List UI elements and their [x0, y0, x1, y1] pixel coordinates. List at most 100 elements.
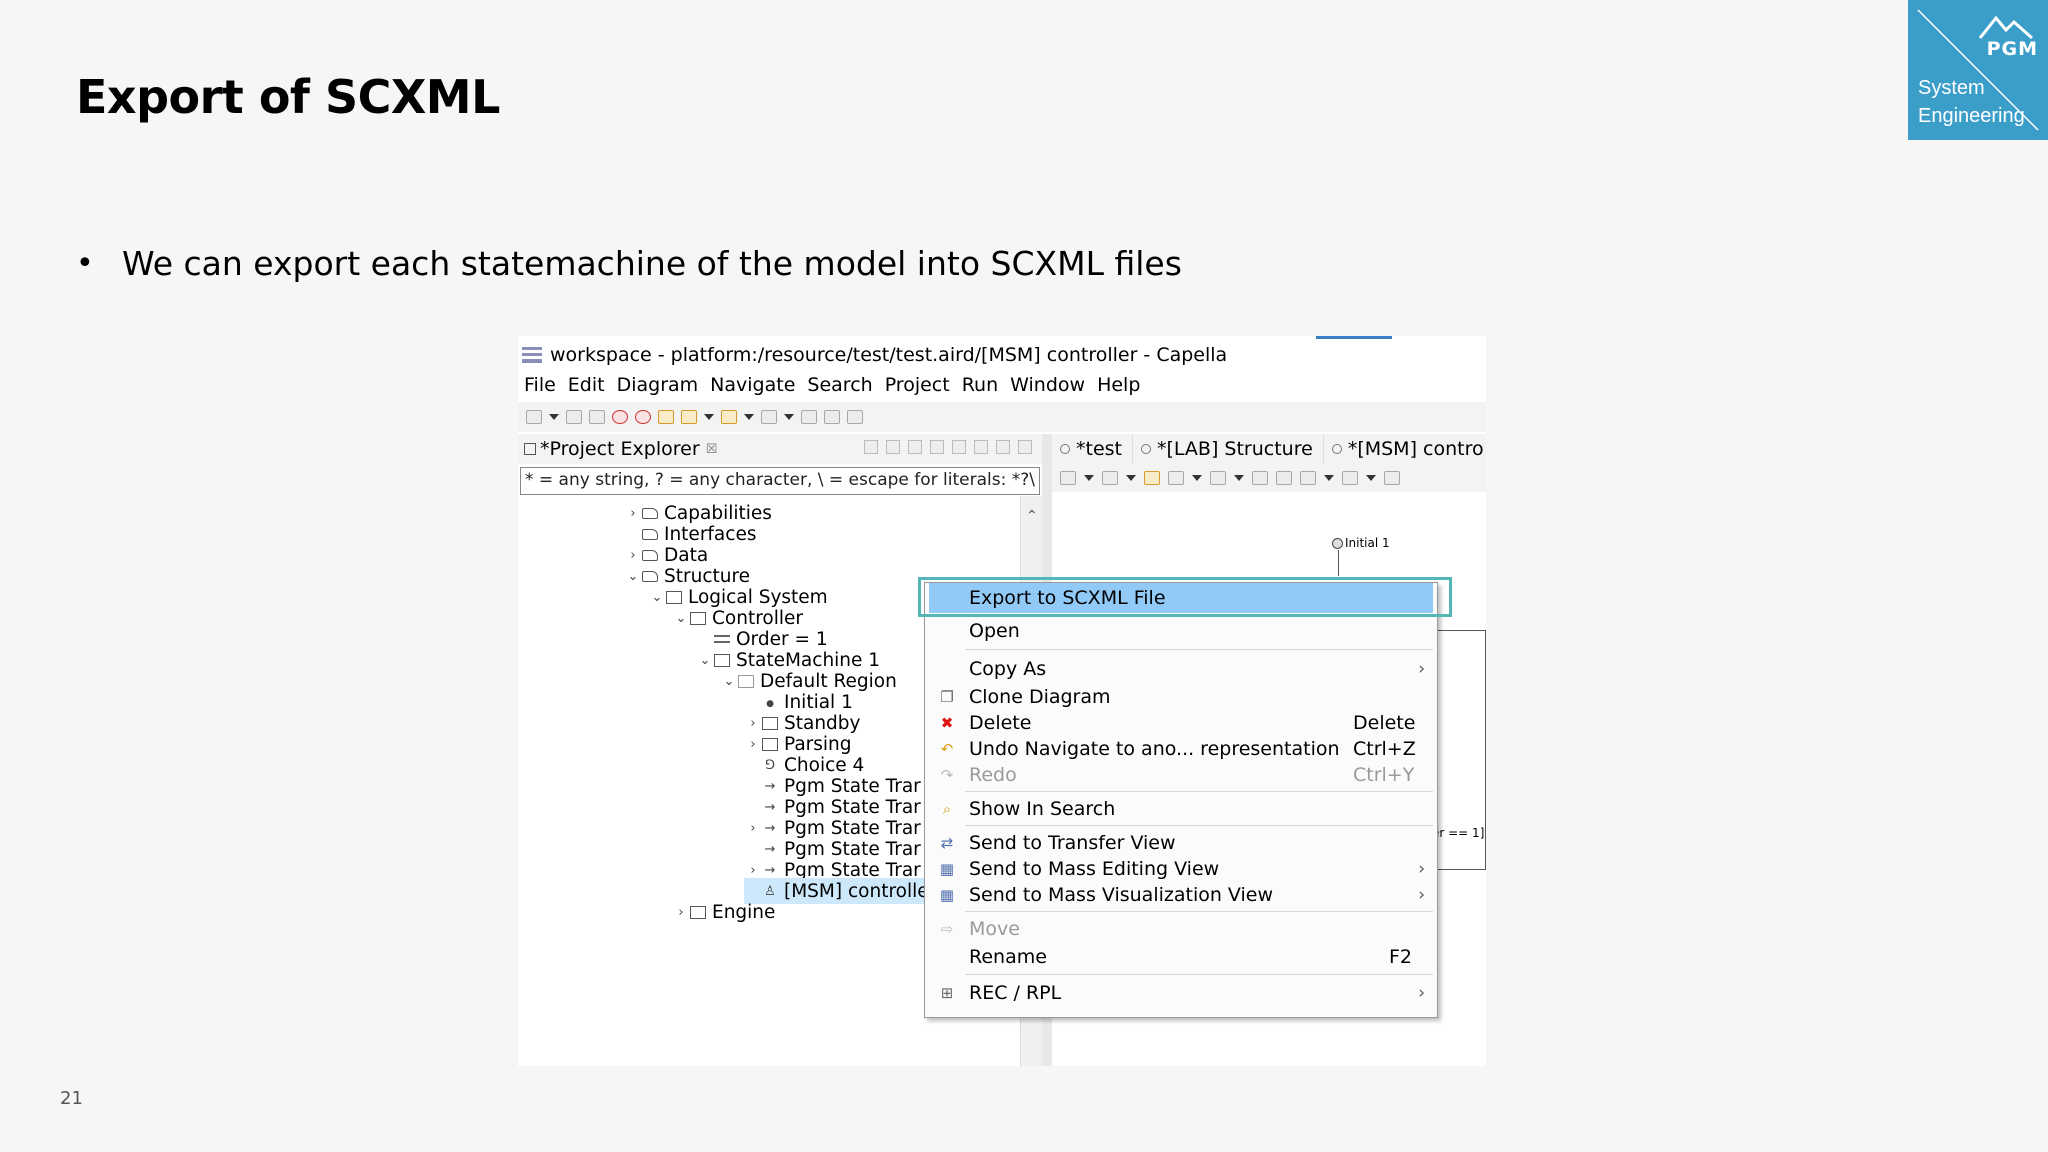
refresh-icon[interactable]: [1144, 471, 1160, 485]
redo-icon: ↷: [940, 766, 954, 784]
style-icon[interactable]: [1300, 471, 1316, 485]
menu-item-label: Open: [969, 620, 1020, 642]
wand-dropdown-icon[interactable]: [704, 414, 714, 420]
select-icon[interactable]: [1060, 471, 1076, 485]
select-dropdown-icon[interactable]: [1084, 475, 1094, 481]
pin-icon[interactable]: [847, 410, 863, 424]
collapse-icon[interactable]: ⌄: [624, 569, 642, 584]
menu-item-send-mass-editing[interactable]: ▦ Send to Mass Editing View ›: [925, 856, 1437, 882]
down-icon[interactable]: [886, 440, 900, 454]
layout-icon[interactable]: [824, 410, 840, 424]
back-dropdown-icon[interactable]: [744, 414, 754, 420]
menu-project[interactable]: Project: [885, 374, 950, 396]
submenu-arrow-icon: ›: [1418, 885, 1425, 905]
menu-item-send-mass-visualization[interactable]: ▦ Send to Mass Visualization View ›: [925, 882, 1437, 908]
maximize-icon[interactable]: [1018, 440, 1032, 454]
style-dropdown-icon[interactable]: [1324, 475, 1334, 481]
zoom-icon[interactable]: [1384, 471, 1400, 485]
layer-dropdown-icon[interactable]: [1192, 475, 1202, 481]
menu-item-rec-rpl[interactable]: ⊞ REC / RPL ›: [925, 980, 1437, 1006]
expand-icon[interactable]: ›: [744, 716, 762, 731]
pgm-logo: PGM System Engineering: [1908, 0, 2048, 140]
menu-edit[interactable]: Edit: [568, 374, 605, 396]
menu-item-copy-as[interactable]: Copy As ›: [925, 656, 1437, 682]
transition-edge[interactable]: [1338, 550, 1339, 576]
expand-icon[interactable]: ›: [672, 905, 690, 920]
stop-icon[interactable]: [635, 410, 651, 424]
menu-item-rename[interactable]: Rename F2: [925, 944, 1437, 970]
open-folder-icon[interactable]: [658, 410, 674, 424]
project-explorer-tab[interactable]: *Project Explorer: [540, 438, 700, 460]
tab-lab-structure[interactable]: *[LAB] Structure: [1133, 434, 1324, 464]
collapse-icon[interactable]: ⌄: [672, 611, 690, 626]
arrange-dropdown-icon[interactable]: [1126, 475, 1136, 481]
filter-dropdown-icon[interactable]: [1234, 475, 1244, 481]
window-top-accent: [1316, 336, 1392, 339]
expand-icon[interactable]: ›: [744, 821, 762, 836]
component-icon: [690, 611, 706, 625]
expand-icon[interactable]: ›: [744, 737, 762, 752]
layer-icon[interactable]: [1168, 471, 1184, 485]
scroll-up-icon[interactable]: ⌃: [1026, 508, 1038, 524]
pin-icon[interactable]: [1252, 471, 1268, 485]
menu-item-send-transfer[interactable]: ⇄ Send to Transfer View: [925, 830, 1437, 856]
menu-search[interactable]: Search: [807, 374, 872, 396]
new-icon[interactable]: [526, 410, 542, 424]
collapse-icon[interactable]: ⌄: [720, 674, 738, 689]
up-icon[interactable]: [864, 440, 878, 454]
clipboard-icon[interactable]: [1342, 471, 1358, 485]
menu-item-label: Clone Diagram: [969, 686, 1111, 708]
mountain-icon: [1978, 15, 2033, 40]
tab-msm-controller[interactable]: *[MSM] contro: [1324, 434, 1486, 464]
close-icon[interactable]: ☒: [706, 442, 718, 457]
initial-node[interactable]: Initial 1: [1332, 536, 1390, 550]
folder-icon: [642, 549, 658, 561]
menu-item-label: Send to Mass Editing View: [969, 858, 1220, 880]
lock-icon[interactable]: [952, 440, 966, 454]
menu-help[interactable]: Help: [1097, 374, 1140, 396]
menu-separator: [965, 791, 1433, 792]
menu-item-delete[interactable]: ✖ Delete Delete: [925, 710, 1437, 736]
expand-icon[interactable]: ›: [744, 863, 762, 878]
guard-label: er == 1]: [1432, 826, 1485, 840]
collapse-icon[interactable]: ⌄: [696, 653, 714, 668]
new-dropdown-icon[interactable]: [549, 414, 559, 420]
save-all-icon[interactable]: [589, 410, 605, 424]
back-icon[interactable]: [721, 410, 737, 424]
menu-window[interactable]: Window: [1010, 374, 1085, 396]
tree-item-label: [MSM] controller: [784, 880, 937, 902]
wand-icon[interactable]: [681, 410, 697, 424]
expand-icon[interactable]: ›: [624, 548, 642, 563]
view-menu-icon[interactable]: [974, 440, 988, 454]
tree-item-engine[interactable]: › Engine: [672, 899, 775, 925]
menu-item-move[interactable]: ⇨ Move: [925, 916, 1437, 942]
tab-test[interactable]: *test: [1052, 434, 1133, 464]
choice-icon: ⅁: [764, 757, 776, 773]
filter-input[interactable]: * = any string, ? = any character, \ = e…: [520, 467, 1040, 495]
filter-icon[interactable]: [1210, 471, 1226, 485]
unpin-icon[interactable]: [1276, 471, 1292, 485]
minimize-icon[interactable]: [996, 440, 1010, 454]
menu-diagram[interactable]: Diagram: [617, 374, 699, 396]
collapse-all-icon[interactable]: [908, 440, 922, 454]
arrange-icon[interactable]: [1102, 471, 1118, 485]
menu-item-clone-diagram[interactable]: ❐ Clone Diagram: [925, 684, 1437, 710]
expand-icon[interactable]: ›: [624, 506, 642, 521]
menu-item-undo[interactable]: ↶ Undo Navigate to ano... representation…: [925, 736, 1437, 762]
menu-item-redo[interactable]: ↷ Redo Ctrl+Y: [925, 762, 1437, 788]
export-icon[interactable]: [801, 410, 817, 424]
run-icon[interactable]: [612, 410, 628, 424]
menu-item-shortcut: Delete: [1353, 712, 1416, 734]
menu-item-open[interactable]: Open: [925, 618, 1437, 644]
link-editor-icon[interactable]: [930, 440, 944, 454]
menu-run[interactable]: Run: [962, 374, 998, 396]
forward-icon[interactable]: [761, 410, 777, 424]
menu-item-show-in-search[interactable]: ⌕ Show In Search: [925, 796, 1437, 822]
save-icon[interactable]: [566, 410, 582, 424]
forward-dropdown-icon[interactable]: [784, 414, 794, 420]
menu-file[interactable]: File: [524, 374, 556, 396]
menu-navigate[interactable]: Navigate: [710, 374, 795, 396]
submenu-arrow-icon: ›: [1418, 659, 1425, 679]
clipboard-dropdown-icon[interactable]: [1366, 475, 1376, 481]
collapse-icon[interactable]: ⌄: [648, 590, 666, 605]
